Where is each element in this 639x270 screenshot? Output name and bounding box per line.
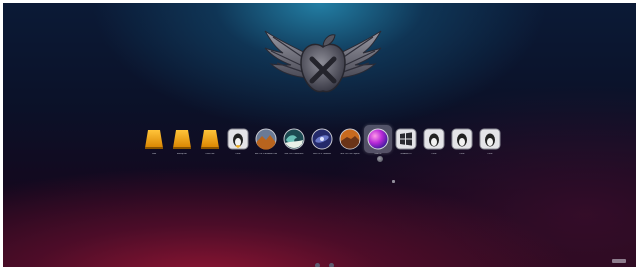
boot-item-label: Data Disk	[205, 153, 215, 155]
boot-item-label: macOS	[374, 153, 382, 155]
boot-item-label: Mac OS X El Capitan	[340, 153, 360, 155]
selection-indicator	[377, 156, 383, 162]
boot-item-macos-selected[interactable]: macOS	[364, 125, 392, 155]
boot-item-label: Mac OS X Yosemite	[313, 153, 331, 155]
hard-drive-icon	[201, 130, 219, 149]
boot-item-el-capitan[interactable]: Mac OS X El Capitan	[338, 128, 362, 155]
boot-item-label: Linux	[487, 153, 493, 155]
galaxy-icon	[311, 128, 333, 150]
boot-item-linux[interactable]: Linux	[226, 128, 250, 155]
boot-item-data[interactable]: Data	[142, 128, 166, 155]
boot-item-label: Windows 10	[400, 153, 412, 155]
boot-item-windows-10[interactable]: Windows 10	[394, 128, 418, 155]
boot-item-yosemite[interactable]: Mac OS X Yosemite	[310, 128, 334, 155]
boot-item-linux-4[interactable]: Linux	[478, 128, 502, 155]
wave-icon	[283, 128, 305, 150]
linux-icon	[479, 128, 501, 150]
page-dot[interactable]	[315, 263, 320, 267]
hard-drive-icon	[173, 130, 191, 149]
boot-item-mavericks[interactable]: Mac OS X Mavericks	[282, 128, 306, 155]
boot-item-label: Backup HD	[176, 153, 188, 155]
boot-screen: Data Backup HD Data Disk Linux Mac OS X …	[3, 3, 636, 267]
macos-icon	[367, 128, 389, 150]
mountain-icon	[255, 128, 277, 150]
boot-item-linux-2[interactable]: Linux	[422, 128, 446, 155]
mouse-cursor	[392, 180, 395, 183]
boot-item-linux-3[interactable]: Linux	[450, 128, 474, 155]
boot-item-label: Mac OS X Mountain Lion	[254, 153, 278, 155]
winged-apple-logo-icon	[264, 30, 382, 93]
boot-item-backup-hd[interactable]: Backup HD	[170, 128, 194, 155]
hard-drive-icon	[145, 130, 163, 149]
boot-item-mountain-lion[interactable]: Mac OS X Mountain Lion	[254, 128, 278, 155]
boot-item-data-disk[interactable]: Data Disk	[198, 128, 222, 155]
linux-icon	[227, 128, 249, 150]
corner-badge	[612, 259, 626, 263]
boot-item-label: Mac OS X Mavericks	[284, 153, 304, 155]
boot-volume-list: Data Backup HD Data Disk Linux Mac OS X …	[142, 125, 512, 168]
boot-item-label: Linux	[431, 153, 437, 155]
page-indicator	[315, 263, 334, 267]
windows-icon	[395, 128, 417, 150]
boot-item-label: Linux	[235, 153, 241, 155]
linux-icon	[451, 128, 473, 150]
linux-icon	[423, 128, 445, 150]
page-dot[interactable]	[329, 263, 334, 267]
boot-item-label: Linux	[459, 153, 465, 155]
boot-item-label: Data	[151, 153, 157, 155]
mountain-icon	[339, 128, 361, 150]
